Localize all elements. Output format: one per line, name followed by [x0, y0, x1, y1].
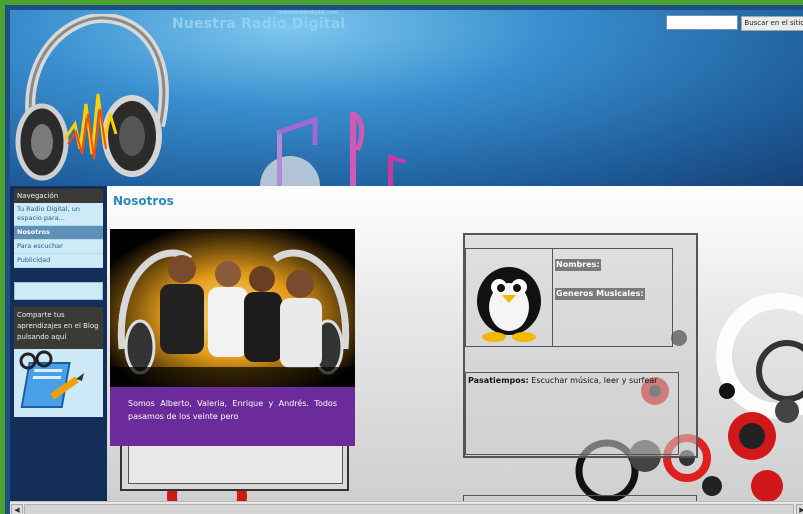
- hobbies-text: Pasatiempos: Escuchar música, leer y sur…: [468, 376, 678, 385]
- genres-label: Generos Musicales:: [555, 288, 645, 300]
- site-header: nuestraradiodigital.com Nuestra Radio Di…: [10, 10, 803, 186]
- sidebar: Navegación Tu Radio Digital, un espacio …: [10, 186, 107, 501]
- blog-link-box[interactable]: Comparte tus aprendizajes en el Blog pul…: [14, 307, 103, 417]
- sidebar-empty-box: [14, 282, 103, 300]
- blog-link-image[interactable]: [14, 349, 103, 417]
- search-button[interactable]: Buscar en el sitio: [741, 16, 803, 31]
- window-frame: nuestraradiodigital.com Nuestra Radio Di…: [0, 0, 803, 514]
- sidebar-item-nosotros[interactable]: Nosotros: [14, 226, 103, 240]
- hobbies-box: Pasatiempos: Escuchar música, leer y sur…: [465, 372, 679, 455]
- scrollbar-thumb[interactable]: [24, 504, 794, 514]
- sidebar-item-radio-digital[interactable]: Tu Radio Digital, un espacio para...: [14, 203, 103, 226]
- navigation-title: Navegación: [14, 189, 103, 203]
- site-title: Nuestra Radio Digital: [172, 16, 346, 32]
- horizontal-scrollbar[interactable]: ◀ ▶: [10, 501, 803, 514]
- hobbies-value: Escuchar música, leer y surfear: [528, 376, 658, 385]
- profile-card: Nombres: Generos Musicales: Pasatiempos:…: [463, 233, 698, 458]
- names-label-wrap: Nombres:: [555, 252, 601, 271]
- music-notes-decoration: [260, 111, 406, 186]
- sidebar-item-publicidad[interactable]: Publicidad: [14, 254, 103, 268]
- penguin-image-box: [466, 249, 553, 346]
- team-photo: [110, 229, 355, 387]
- blog-link-text[interactable]: Comparte tus aprendizajes en el Blog pul…: [14, 307, 103, 346]
- hobbies-label: Pasatiempos:: [468, 376, 529, 385]
- scroll-left-arrow-icon[interactable]: ◀: [11, 504, 23, 514]
- scroll-right-arrow-icon[interactable]: ▶: [796, 504, 803, 514]
- team-photo-image: [110, 229, 355, 387]
- pencil-document-icon: [19, 350, 84, 408]
- main-content: Nosotros Somos Alberto, Valeria, Enrique…: [107, 186, 803, 501]
- navigation-box: Navegación Tu Radio Digital, un espacio …: [14, 189, 103, 268]
- names-label: Nombres:: [555, 259, 601, 271]
- headphones-logo: [15, 14, 169, 181]
- sidebar-item-para-escuchar[interactable]: Para escuchar: [14, 240, 103, 254]
- profile-top-box: Nombres: Generos Musicales:: [465, 248, 673, 347]
- penguin-icon: [477, 267, 541, 342]
- team-caption: Somos Alberto, Valeria, Enrique y Andrés…: [110, 387, 355, 446]
- page-title: Nosotros: [113, 194, 174, 208]
- genres-label-wrap: Generos Musicales:: [555, 281, 645, 300]
- search-input[interactable]: [666, 15, 738, 30]
